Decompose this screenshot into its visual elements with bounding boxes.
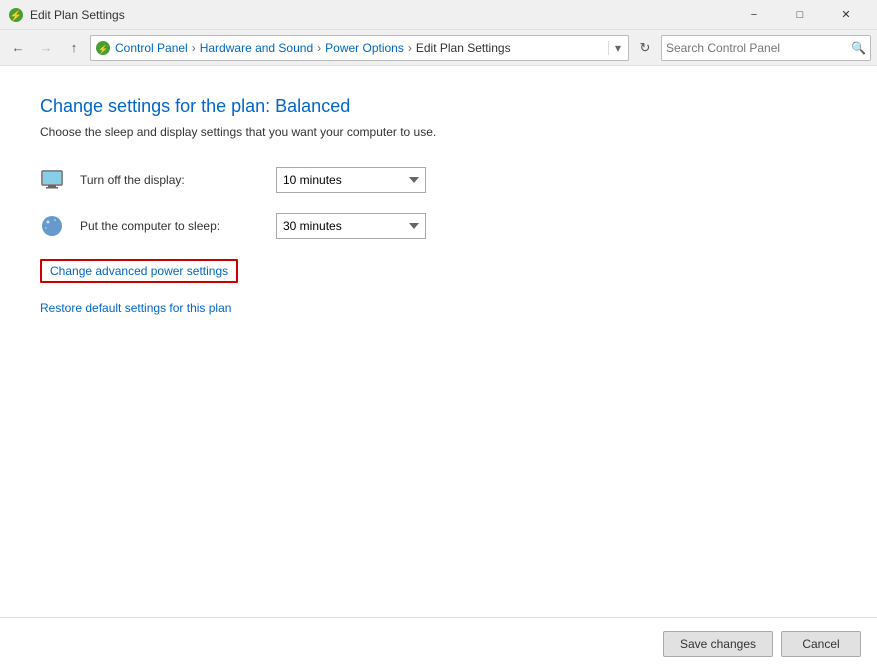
breadcrumb-current: Edit Plan Settings <box>416 41 511 55</box>
forward-button[interactable]: → <box>34 36 58 60</box>
search-input[interactable] <box>666 41 851 55</box>
sleep-icon <box>40 214 64 238</box>
advanced-power-settings-link[interactable]: Change advanced power settings <box>40 259 238 283</box>
breadcrumb-control-panel[interactable]: Control Panel <box>115 41 188 55</box>
breadcrumb: Control Panel › Hardware and Sound › Pow… <box>115 41 608 55</box>
search-box: 🔍 <box>661 35 871 61</box>
action-bar: Save changes Cancel <box>0 617 877 669</box>
maximize-button[interactable]: □ <box>777 0 823 30</box>
title-bar: ⚡ Edit Plan Settings − □ ✕ <box>0 0 877 30</box>
turn-off-display-label: Turn off the display: <box>80 173 260 187</box>
cancel-button[interactable]: Cancel <box>781 631 861 657</box>
display-icon <box>40 168 64 192</box>
page-subtitle: Choose the sleep and display settings th… <box>40 125 837 139</box>
window-icon: ⚡ <box>8 7 24 23</box>
address-icon: ⚡ <box>95 40 111 56</box>
minimize-button[interactable]: − <box>731 0 777 30</box>
turn-off-display-dropdown[interactable]: 10 minutes 1 minute 2 minutes 5 minutes … <box>276 167 426 193</box>
save-changes-button[interactable]: Save changes <box>663 631 773 657</box>
toolbar: ← → ↑ ⚡ Control Panel › Hardware and Sou… <box>0 30 877 66</box>
sleep-dropdown[interactable]: 30 minutes 1 minute 2 minutes 5 minutes … <box>276 213 426 239</box>
page-title: Change settings for the plan: Balanced <box>40 96 837 117</box>
search-icon[interactable]: 🔍 <box>851 41 866 55</box>
window-body: Change settings for the plan: Balanced C… <box>0 66 877 669</box>
turn-off-display-row: Turn off the display: 10 minutes 1 minut… <box>40 167 837 193</box>
sleep-row: Put the computer to sleep: 30 minutes 1 … <box>40 213 837 239</box>
window-title: Edit Plan Settings <box>30 8 731 22</box>
back-button[interactable]: ← <box>6 36 30 60</box>
svg-text:⚡: ⚡ <box>10 9 22 22</box>
breadcrumb-hardware-sound[interactable]: Hardware and Sound <box>200 41 313 55</box>
up-button[interactable]: ↑ <box>62 36 86 60</box>
refresh-button[interactable]: ↻ <box>633 36 657 60</box>
address-bar[interactable]: ⚡ Control Panel › Hardware and Sound › P… <box>90 35 629 61</box>
breadcrumb-power-options[interactable]: Power Options <box>325 41 404 55</box>
svg-text:⚡: ⚡ <box>98 44 108 54</box>
close-button[interactable]: ✕ <box>823 0 869 30</box>
address-dropdown-button[interactable]: ▾ <box>608 41 624 55</box>
content-area: Change settings for the plan: Balanced C… <box>0 66 877 617</box>
window-controls: − □ ✕ <box>731 0 869 30</box>
restore-defaults-link[interactable]: Restore default settings for this plan <box>40 301 231 315</box>
sleep-label: Put the computer to sleep: <box>80 219 260 233</box>
